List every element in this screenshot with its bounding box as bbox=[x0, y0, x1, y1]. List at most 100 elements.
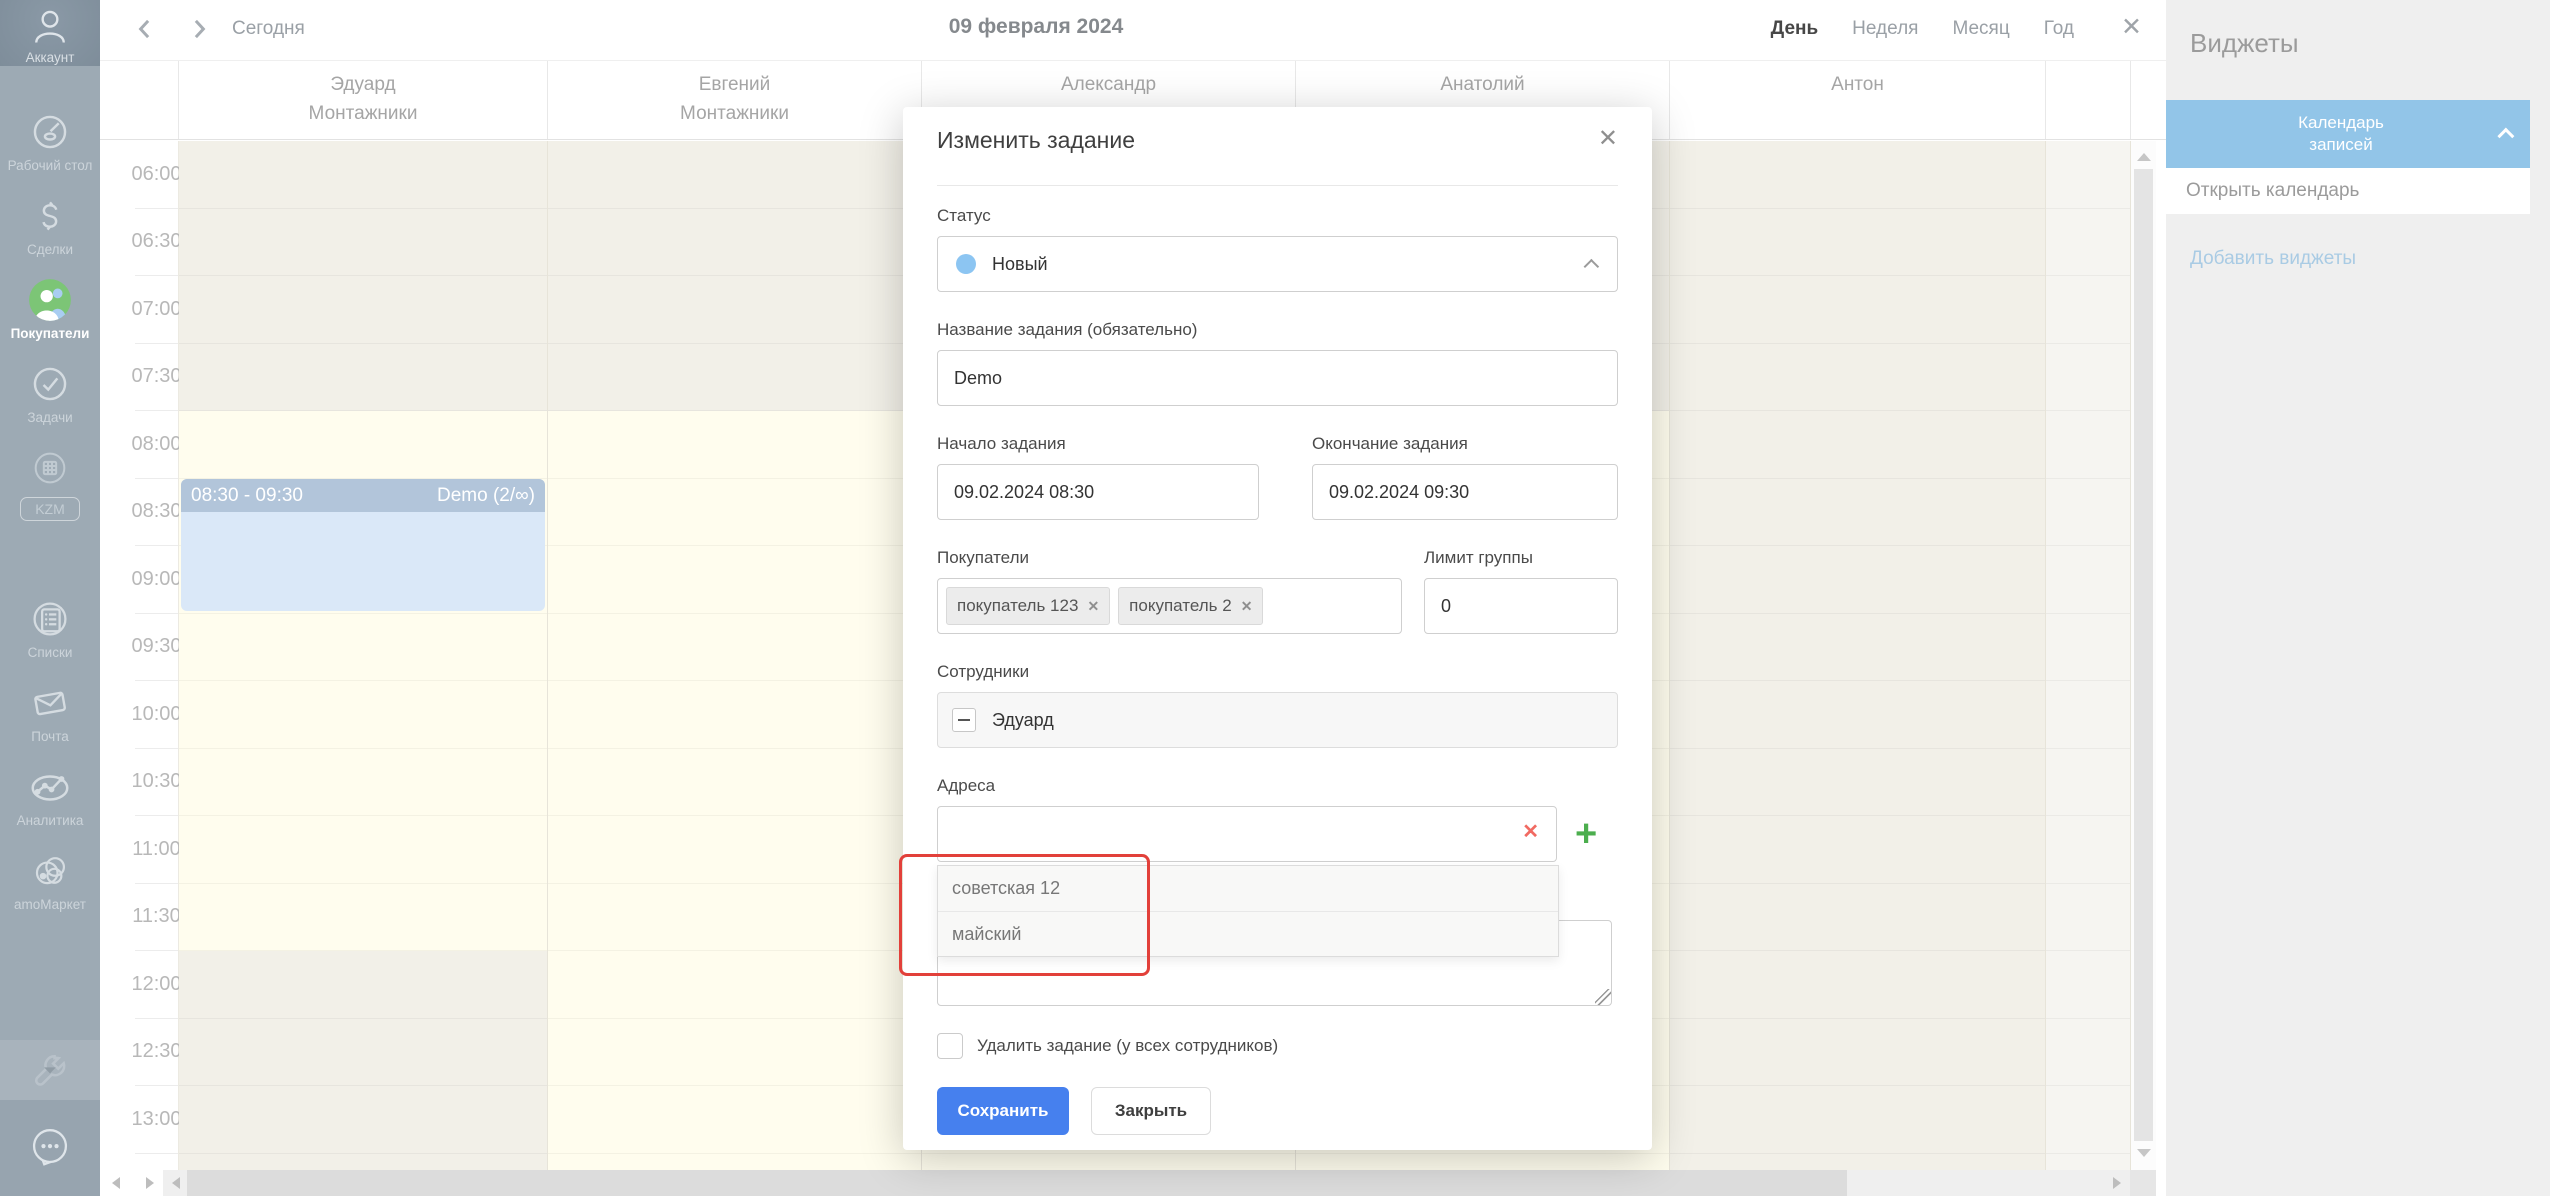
view-tab-Неделя[interactable]: Неделя bbox=[1852, 18, 1918, 40]
calendar-cell[interactable] bbox=[179, 681, 547, 749]
today-button[interactable]: Сегодня bbox=[232, 18, 305, 40]
calendar-cell[interactable] bbox=[548, 209, 921, 277]
start-input[interactable] bbox=[937, 464, 1259, 520]
sidebar-item-mail[interactable]: Почта bbox=[0, 671, 100, 755]
add-widgets-link[interactable]: Добавить виджеты bbox=[2190, 248, 2356, 270]
calendar-cell[interactable] bbox=[548, 816, 921, 884]
save-button[interactable]: Сохранить bbox=[937, 1087, 1069, 1135]
scroll-down-icon[interactable] bbox=[2137, 1149, 2151, 1157]
address-option[interactable]: майский bbox=[938, 911, 1558, 956]
remove-tag-icon[interactable]: ✕ bbox=[1241, 598, 1253, 615]
calendar-cell[interactable] bbox=[548, 1154, 921, 1171]
group-limit-input[interactable] bbox=[1424, 578, 1618, 634]
calendar-cell[interactable] bbox=[548, 479, 921, 547]
horizontal-scroll-thumb[interactable] bbox=[187, 1170, 1847, 1196]
calendar-cell[interactable] bbox=[1670, 749, 2045, 817]
calendar-cell[interactable] bbox=[1670, 141, 2045, 209]
calendar-cell[interactable] bbox=[179, 209, 547, 277]
calendar-cell[interactable] bbox=[548, 276, 921, 344]
buyers-input[interactable]: покупатель 123✕покупатель 2✕ bbox=[937, 578, 1402, 634]
calendar-cell[interactable] bbox=[1670, 951, 2045, 1019]
widget-calendar-card-header[interactable]: Календарь записей bbox=[2166, 100, 2530, 168]
address-input[interactable] bbox=[937, 806, 1557, 862]
sidebar-item-settings[interactable] bbox=[0, 1040, 100, 1100]
calendar-cell[interactable] bbox=[179, 1086, 547, 1154]
modal-close-icon[interactable]: ✕ bbox=[1598, 127, 1618, 151]
address-option[interactable]: советская 12 bbox=[938, 866, 1558, 911]
calendar-cell[interactable] bbox=[548, 546, 921, 614]
calendar-cell[interactable] bbox=[1670, 1086, 2045, 1154]
calendar-cell[interactable] bbox=[179, 141, 547, 209]
calendar-cell[interactable] bbox=[179, 1154, 547, 1171]
sidebar-item-customers[interactable]: Покупатели bbox=[0, 268, 100, 352]
chevron-right-icon[interactable] bbox=[184, 14, 214, 44]
calendar-cell[interactable] bbox=[1670, 276, 2045, 344]
pager-left-icon[interactable] bbox=[112, 1177, 120, 1189]
calendar-cell[interactable] bbox=[1670, 884, 2045, 952]
calendar-cell[interactable] bbox=[1670, 411, 2045, 479]
status-select[interactable]: Новый bbox=[937, 236, 1618, 292]
sidebar-item-dashboard[interactable]: Рабочий стол bbox=[0, 100, 100, 184]
calendar-cell[interactable] bbox=[1670, 479, 2045, 547]
calendar-cell[interactable] bbox=[1296, 1154, 1669, 1171]
clear-address-icon[interactable]: ✕ bbox=[1522, 822, 1539, 842]
delete-task-checkbox[interactable] bbox=[937, 1033, 963, 1059]
open-calendar-button[interactable]: Открыть календарь bbox=[2166, 168, 2530, 214]
remove-tag-icon[interactable]: ✕ bbox=[1087, 598, 1099, 615]
chevron-left-icon[interactable] bbox=[130, 14, 160, 44]
horizontal-scroll-track[interactable] bbox=[163, 1170, 2130, 1196]
sidebar-account[interactable]: Аккаунт bbox=[0, 0, 100, 66]
sidebar-item-lists[interactable]: Списки bbox=[0, 587, 100, 671]
calendar-cell[interactable] bbox=[548, 1086, 921, 1154]
calendar-cell[interactable] bbox=[179, 411, 547, 479]
calendar-cell[interactable] bbox=[1670, 1019, 2045, 1087]
calendar-cell[interactable] bbox=[548, 411, 921, 479]
close-calendar-icon[interactable]: ✕ bbox=[2121, 12, 2142, 42]
calendar-event[interactable]: 08:30 - 09:30 Demo (2/∞) bbox=[181, 479, 545, 611]
calendar-cell[interactable] bbox=[922, 1154, 1295, 1171]
calendar-cell[interactable] bbox=[1670, 614, 2045, 682]
calendar-cell[interactable] bbox=[1670, 681, 2045, 749]
calendar-cell[interactable] bbox=[179, 1019, 547, 1087]
calendar-cell[interactable] bbox=[548, 749, 921, 817]
calendar-cell[interactable] bbox=[548, 141, 921, 209]
add-address-icon[interactable]: + bbox=[1575, 820, 1597, 848]
view-tab-Год[interactable]: Год bbox=[2044, 18, 2074, 40]
collapse-chevron-up-icon[interactable] bbox=[2486, 128, 2530, 140]
calendar-cell[interactable] bbox=[548, 614, 921, 682]
scroll-up-icon[interactable] bbox=[2137, 153, 2151, 161]
calendar-cell[interactable] bbox=[548, 884, 921, 952]
end-input[interactable] bbox=[1312, 464, 1618, 520]
calendar-cell[interactable] bbox=[548, 344, 921, 412]
sidebar-item-tasks[interactable]: Задачи bbox=[0, 352, 100, 436]
calendar-cell[interactable] bbox=[1670, 344, 2045, 412]
sidebar-item-amomarket[interactable]: amoМаркет bbox=[0, 839, 100, 923]
calendar-cell[interactable] bbox=[1670, 209, 2045, 277]
calendar-cell[interactable] bbox=[179, 884, 547, 952]
scroll-right-icon[interactable] bbox=[2113, 1177, 2121, 1189]
calendar-cell[interactable] bbox=[179, 276, 547, 344]
view-tab-День[interactable]: День bbox=[1771, 18, 1819, 40]
vertical-scroll-thumb[interactable] bbox=[2134, 169, 2153, 1141]
remove-employee-checkbox[interactable] bbox=[952, 708, 976, 732]
sidebar-item-kzm[interactable]: KZM bbox=[0, 436, 100, 532]
sidebar-item-analytics[interactable]: Аналитика bbox=[0, 755, 100, 839]
buyer-tag[interactable]: покупатель 2✕ bbox=[1118, 587, 1263, 625]
cancel-button[interactable]: Закрыть bbox=[1091, 1087, 1211, 1135]
buyer-tag[interactable]: покупатель 123✕ bbox=[946, 587, 1110, 625]
calendar-cell[interactable] bbox=[548, 1019, 921, 1087]
calendar-cell[interactable] bbox=[179, 749, 547, 817]
calendar-cell[interactable] bbox=[1670, 816, 2045, 884]
calendar-cell[interactable] bbox=[1670, 1154, 2045, 1171]
sidebar-item-deals[interactable]: Сделки bbox=[0, 184, 100, 268]
task-name-input[interactable] bbox=[937, 350, 1618, 406]
calendar-cell[interactable] bbox=[179, 951, 547, 1019]
calendar-cell[interactable] bbox=[179, 614, 547, 682]
calendar-cell[interactable] bbox=[179, 816, 547, 884]
calendar-cell[interactable] bbox=[179, 344, 547, 412]
view-tab-Месяц[interactable]: Месяц bbox=[1952, 18, 2009, 40]
calendar-cell[interactable] bbox=[548, 951, 921, 1019]
scroll-left-icon[interactable] bbox=[172, 1177, 180, 1189]
calendar-cell[interactable] bbox=[1670, 546, 2045, 614]
calendar-cell[interactable] bbox=[548, 681, 921, 749]
